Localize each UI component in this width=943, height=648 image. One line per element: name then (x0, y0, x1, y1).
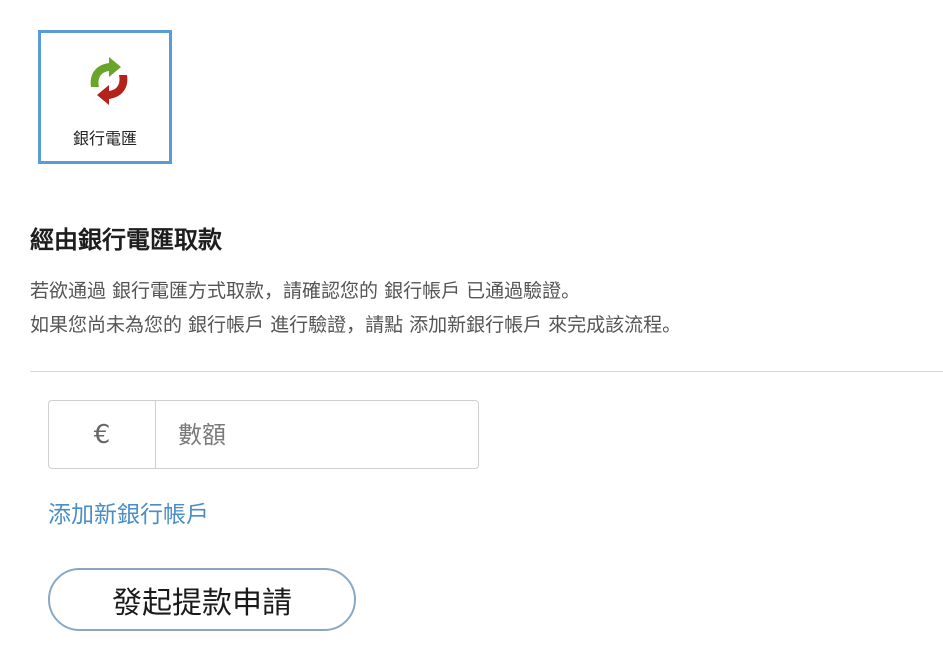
instructions: 若欲通過 銀行電匯方式取款，請確認您的 銀行帳戶 已通過驗證。 如果您尚未為您的… (30, 274, 681, 342)
instruction-line-2: 如果您尚未為您的 銀行帳戶 進行驗證，請點 添加新銀行帳戶 來完成該流程。 (30, 314, 682, 336)
submit-withdrawal-button[interactable]: 發起提款申請 (48, 568, 356, 631)
divider (30, 371, 943, 372)
amount-input[interactable] (156, 401, 478, 468)
amount-input-group: € (48, 400, 479, 469)
bank-transfer-arrows-icon (90, 57, 128, 105)
section-title: 經由銀行電匯取款 (30, 226, 222, 254)
method-label: 銀行電匯 (72, 129, 137, 148)
currency-symbol: € (49, 401, 156, 468)
instruction-line-1: 若欲通過 銀行電匯方式取款，請確認您的 銀行帳戶 已通過驗證。 (30, 280, 581, 302)
bank-transfer-method-tile[interactable]: 銀行電匯 (38, 30, 172, 164)
add-bank-account-link[interactable]: 添加新銀行帳戶 (48, 495, 209, 529)
